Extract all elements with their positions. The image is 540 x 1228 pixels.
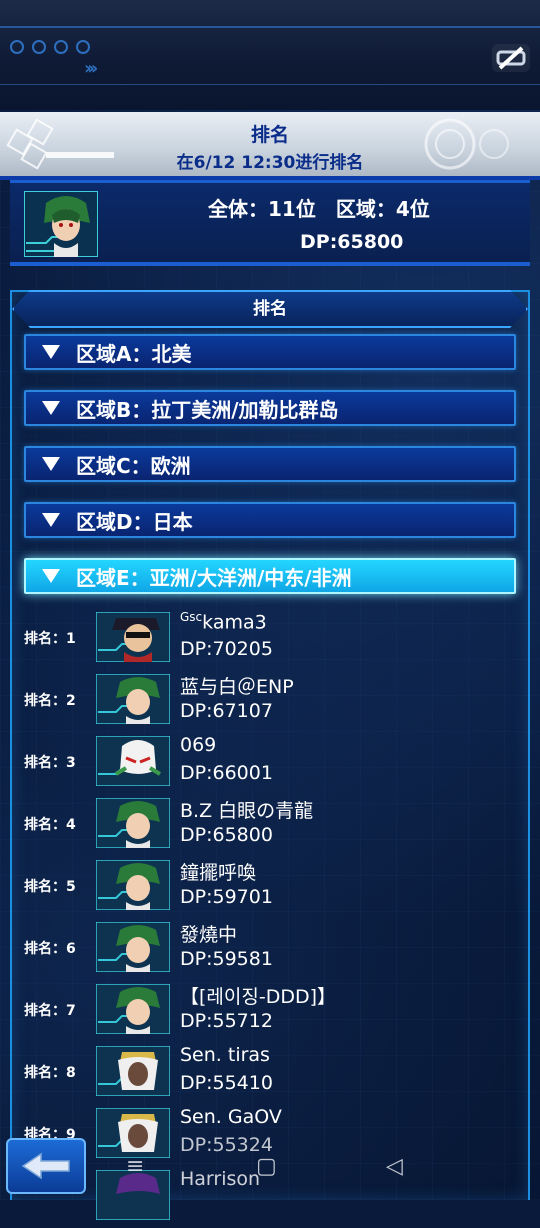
player-avatar xyxy=(96,1046,170,1096)
overall-rank: 全体：11位 区域：4位 xyxy=(208,197,430,221)
my-ranking-summary: 全体：11位 区域：4位 DP:65800 xyxy=(10,180,530,266)
region-label: 区域D：日本 xyxy=(76,509,193,534)
player-name: 鐘擺呼喚 xyxy=(180,862,257,884)
player-avatar xyxy=(96,674,170,724)
region-b-accordion[interactable]: 区域B：拉丁美洲/加勒比群岛 xyxy=(24,390,516,426)
player-name: Sen. tiras xyxy=(180,1044,270,1066)
section-title: 排名 xyxy=(12,290,528,328)
settings-slash-icon xyxy=(496,46,526,70)
ranking-row[interactable]: 排名：7 【[레이징-DDD]】 DP:55712 xyxy=(22,980,522,1042)
rank-label: 排名：2 xyxy=(24,693,76,709)
triangle-down-icon xyxy=(42,513,60,527)
my-dp: DP:65800 xyxy=(300,231,404,253)
player-name: Gsckama3 xyxy=(180,610,267,634)
rank-label: 排名：1 xyxy=(24,631,76,647)
player-name: 發燒中 xyxy=(180,924,238,946)
player-avatar xyxy=(96,922,170,972)
page-subtitle: 在6/12 12:30进行排名 xyxy=(176,153,364,173)
ranking-row[interactable]: 排名：5 鐘擺呼喚 DP:59701 xyxy=(22,856,522,918)
player-avatar xyxy=(96,736,170,786)
player-name: 【[레이징-DDD]】 xyxy=(180,986,337,1008)
rank-label: 排名：4 xyxy=(24,817,76,833)
ranking-row[interactable]: 排名：8 Sen. tiras DP:55410 xyxy=(22,1042,522,1104)
ranking-header: 排名 在6/12 12:30进行排名 xyxy=(0,112,540,180)
back-arrow-icon xyxy=(21,1152,70,1180)
region-e-accordion[interactable]: 区域E：亚洲/大洋洲/中东/非洲 xyxy=(24,558,516,594)
ranking-row[interactable]: 排名：1 Gsckama3 DP:70205 xyxy=(22,608,522,670)
player-dp: DP:59701 xyxy=(180,886,273,908)
player-name: B.Z 白眼の青龍 xyxy=(180,800,314,822)
settings-button[interactable] xyxy=(492,44,530,72)
ranking-row[interactable]: 排名：2 蓝与白＠ENP DP:67107 xyxy=(22,670,522,732)
top-bar: ››› xyxy=(0,0,540,110)
player-dp: DP:70205 xyxy=(180,638,273,660)
player-avatar xyxy=(96,984,170,1034)
region-label: 区域B：拉丁美洲/加勒比群岛 xyxy=(76,397,339,422)
rank-label: 排名：5 xyxy=(24,879,76,895)
ranking-row[interactable]: 排名：9 Sen. GaOV DP:55324 xyxy=(22,1104,522,1166)
rank-label: 排名：7 xyxy=(24,1003,76,1019)
player-dp: DP:55410 xyxy=(180,1072,273,1094)
player-avatar xyxy=(96,1170,170,1220)
rank-label: 排名：6 xyxy=(24,941,76,957)
player-dp: DP:65800 xyxy=(180,824,273,846)
back-button[interactable] xyxy=(6,1138,86,1194)
region-label: 区域A：北美 xyxy=(76,341,192,366)
page-title: 排名 xyxy=(250,124,289,146)
player-dp: DP:55324 xyxy=(180,1134,273,1156)
player-dp: DP:55712 xyxy=(180,1010,273,1032)
triangle-down-icon xyxy=(42,457,60,471)
player-dp: DP:66001 xyxy=(180,762,273,784)
ranking-row[interactable]: Harrison xyxy=(22,1166,522,1228)
triangle-down-icon xyxy=(42,401,60,415)
ranking-row[interactable]: 排名：6 發燒中 DP:59581 xyxy=(22,918,522,980)
region-a-accordion[interactable]: 区域A：北美 xyxy=(24,334,516,370)
rank-label: 排名：8 xyxy=(24,1065,76,1081)
triangle-down-icon xyxy=(42,569,60,583)
player-dp: DP:59581 xyxy=(180,948,273,970)
region-c-accordion[interactable]: 区域C：欧洲 xyxy=(24,446,516,482)
player-avatar xyxy=(96,860,170,910)
player-dp: DP:67107 xyxy=(180,700,273,722)
triangle-down-icon xyxy=(42,345,60,359)
region-label: 区域E：亚洲/大洋洲/中东/非洲 xyxy=(76,565,352,590)
player-name: Harrison xyxy=(180,1168,261,1190)
ranking-row[interactable]: 排名：4 B.Z 白眼の青龍 DP:65800 xyxy=(22,794,522,856)
decor-dots xyxy=(10,40,90,54)
rank-label: 排名：3 xyxy=(24,755,76,771)
ranking-row[interactable]: 排名：3 069 DP:66001 xyxy=(22,732,522,794)
player-name: 069 xyxy=(180,734,217,756)
player-name: 蓝与白＠ENP xyxy=(180,676,294,698)
player-name: Sen. GaOV xyxy=(180,1106,282,1128)
player-avatar xyxy=(96,798,170,848)
region-label: 区域C：欧洲 xyxy=(76,453,191,478)
player-avatar xyxy=(24,191,98,257)
player-avatar xyxy=(96,612,170,662)
region-d-accordion[interactable]: 区域D：日本 xyxy=(24,502,516,538)
player-avatar xyxy=(96,1108,170,1158)
decor-chevrons: ››› xyxy=(84,58,98,79)
